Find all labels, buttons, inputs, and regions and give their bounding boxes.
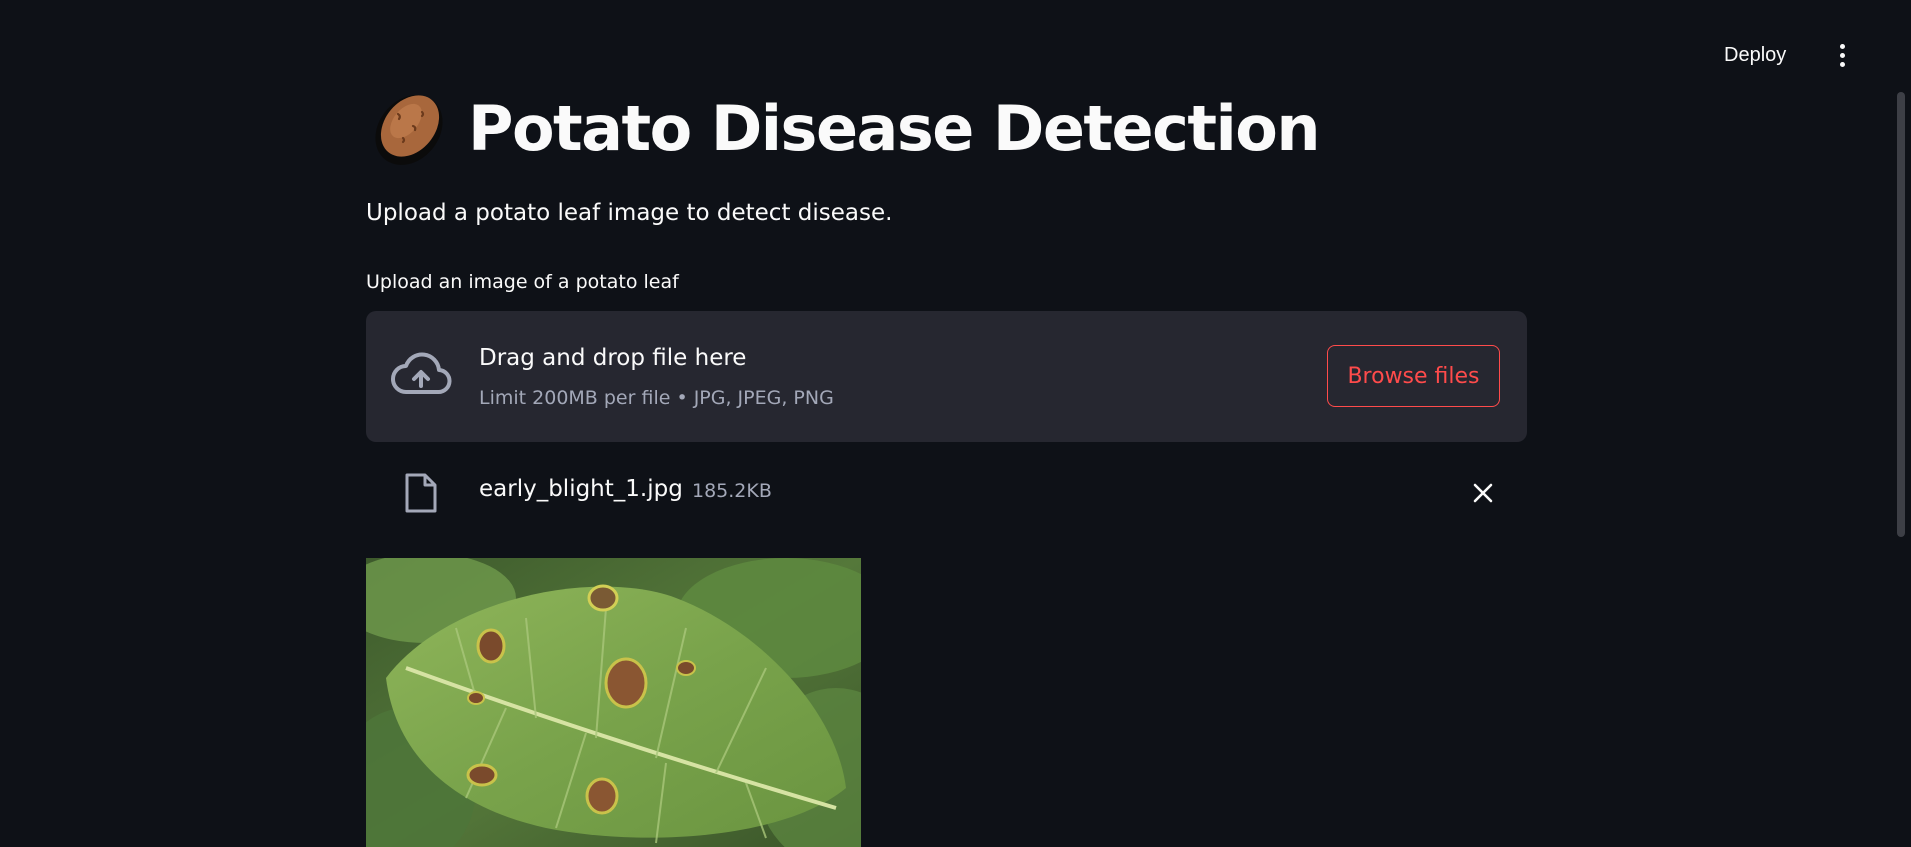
browse-files-button[interactable]: Browse files bbox=[1327, 345, 1500, 407]
main-menu-button[interactable] bbox=[1830, 40, 1854, 70]
dropzone-limit-text: Limit 200MB per file • JPG, JPEG, PNG bbox=[479, 387, 834, 409]
deploy-button[interactable]: Deploy bbox=[1712, 38, 1798, 72]
uploaded-file-size: 185.2KB bbox=[692, 480, 772, 502]
scrollbar-thumb[interactable] bbox=[1897, 92, 1905, 537]
page-title: Potato Disease Detection bbox=[468, 91, 1320, 165]
file-dropzone[interactable]: Drag and drop file here Limit 200MB per … bbox=[366, 311, 1527, 442]
file-uploader-label: Upload an image of a potato leaf bbox=[366, 271, 679, 293]
cloud-upload-icon bbox=[391, 352, 452, 394]
uploaded-leaf-image bbox=[366, 558, 861, 847]
close-icon[interactable] bbox=[1469, 479, 1497, 507]
uploaded-file-name: early_blight_1.jpg bbox=[479, 476, 683, 502]
vertical-dots-icon bbox=[1839, 43, 1845, 49]
uploaded-file-row: early_blight_1.jpg 185.2KB bbox=[366, 462, 1527, 524]
file-icon bbox=[405, 473, 437, 513]
page-title-row: Potato Disease Detection bbox=[366, 88, 1320, 168]
leaf-image-graphic bbox=[366, 558, 861, 847]
app-root: Deploy Potato Disease Detection Upload a… bbox=[0, 0, 1911, 847]
page-subtitle: Upload a potato leaf image to detect dis… bbox=[366, 200, 893, 226]
potato-icon bbox=[375, 95, 443, 165]
dropzone-title: Drag and drop file here bbox=[479, 345, 747, 371]
